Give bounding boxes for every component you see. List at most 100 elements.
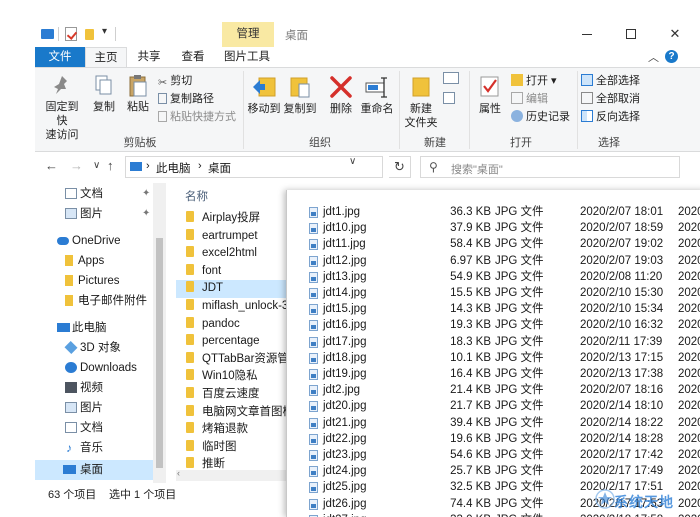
customize-quick-access-icon[interactable]: ▾: [102, 26, 107, 37]
properties-quick-icon[interactable]: [65, 27, 77, 41]
select-none-button[interactable]: 全部取消: [581, 90, 640, 108]
list-item[interactable]: 烤箱退款: [186, 421, 248, 439]
close-button[interactable]: ✕: [653, 22, 697, 47]
new-folder-icon: [412, 77, 430, 97]
file-row[interactable]: jdt14.jpg 15.5 KB JPG 文件 2020/2/10 15:30 202…: [287, 285, 700, 301]
file-row[interactable]: jdt2.jpg 21.4 KB JPG 文件 2020/2/07 18:16 2020: [287, 382, 700, 398]
list-item[interactable]: JDT: [186, 280, 223, 298]
horizontal-scrollbar[interactable]: ‹: [176, 468, 286, 481]
file-row[interactable]: jdt22.jpg 19.6 KB JPG 文件 2020/2/14 18:28 202…: [287, 431, 700, 447]
address-bar[interactable]: › 此电脑 › 桌面: [125, 156, 383, 178]
cut-button[interactable]: ✂ 剪切: [158, 72, 192, 90]
nav-item-this-pc[interactable]: 此电脑: [35, 318, 155, 338]
pin-to-quick-access-button[interactable]: 固定到快 速访问: [41, 74, 83, 142]
nav-item-documents-pc[interactable]: 文档: [35, 418, 155, 438]
nav-item-pictures[interactable]: Pictures: [35, 271, 155, 291]
back-arrow-icon[interactable]: ←: [45, 158, 58, 173]
nav-item-apps[interactable]: Apps: [35, 251, 155, 271]
maximize-button[interactable]: [609, 22, 653, 47]
copy-to-button[interactable]: 复制到: [283, 74, 317, 116]
new-item-icon[interactable]: [443, 72, 459, 84]
file-date-column-2: 2020: [678, 465, 700, 478]
nav-item-email-attachments[interactable]: 电子邮件附件: [35, 291, 155, 311]
recent-locations-chevron-icon[interactable]: ∨: [93, 160, 100, 171]
tab-picture-tools[interactable]: 图片工具: [221, 47, 273, 67]
file-type: JPG 文件: [495, 319, 544, 332]
tab-file[interactable]: 文件: [35, 47, 85, 67]
history-button[interactable]: 历史记录: [511, 108, 570, 126]
address-dropdown-icon[interactable]: ∨: [349, 156, 356, 167]
list-item[interactable]: pandoc: [186, 316, 240, 334]
file-row[interactable]: jdt18.jpg 10.1 KB JPG 文件 2020/2/13 17:15 202…: [287, 350, 700, 366]
new-folder-quick-icon[interactable]: [85, 29, 94, 40]
invert-selection-button[interactable]: 反向选择: [581, 108, 640, 126]
copy-path-button[interactable]: 复制路径: [158, 90, 214, 108]
file-row[interactable]: jdt11.jpg 58.4 KB JPG 文件 2020/2/07 19:02 202…: [287, 236, 700, 252]
search-input[interactable]: ⚲ 搜索"桌面": [420, 156, 680, 178]
list-item[interactable]: percentage: [186, 333, 260, 351]
file-row[interactable]: jdt15.jpg 14.3 KB JPG 文件 2020/2/10 15:34 202…: [287, 301, 700, 317]
list-item[interactable]: excel2html: [186, 245, 257, 263]
move-to-button[interactable]: 移动到: [247, 74, 281, 116]
list-item[interactable]: font: [186, 263, 221, 281]
paste-button[interactable]: 粘贴: [123, 74, 153, 114]
file-row[interactable]: jdt20.jpg 21.7 KB JPG 文件 2020/2/14 18:10 202…: [287, 398, 700, 414]
file-row[interactable]: jdt16.jpg 19.3 KB JPG 文件 2020/2/10 16:32 202…: [287, 317, 700, 333]
scroll-left-icon[interactable]: ‹: [177, 468, 180, 478]
list-item[interactable]: Win10隐私: [186, 368, 258, 386]
list-item[interactable]: miflash_unlock-3.: [186, 298, 291, 316]
edit-button[interactable]: 编辑: [511, 90, 548, 108]
tab-view[interactable]: 查看: [175, 47, 211, 67]
new-folder-button[interactable]: 新建 文件夹: [403, 74, 439, 130]
quick-access-separator: [58, 27, 59, 41]
nav-pane-scrollbar[interactable]: [153, 183, 166, 483]
up-arrow-icon[interactable]: ↑: [107, 158, 114, 173]
desktop-icon: [130, 162, 142, 171]
jpg-file-icon: [309, 466, 318, 478]
nav-item-music[interactable]: ♪ 音乐: [35, 438, 155, 458]
nav-item-3d-objects[interactable]: 3D 对象: [35, 338, 155, 358]
paste-shortcut-button[interactable]: 粘贴快捷方式: [158, 108, 236, 126]
nav-item-documents-quick[interactable]: 文档 ✦: [35, 184, 155, 204]
nav-item-downloads[interactable]: Downloads: [35, 358, 155, 378]
collapse-ribbon-icon[interactable]: ︿: [648, 49, 659, 65]
help-icon[interactable]: ?: [665, 50, 678, 63]
forward-arrow-icon[interactable]: →: [70, 158, 83, 173]
list-item[interactable]: 电脑网文章首图模板: [186, 404, 296, 422]
tab-share[interactable]: 共享: [131, 47, 167, 67]
file-row[interactable]: jdt21.jpg 39.4 KB JPG 文件 2020/2/14 18:22 202…: [287, 415, 700, 431]
nav-item-pictures-quick[interactable]: 图片 ✦: [35, 204, 155, 224]
delete-button[interactable]: 删除: [327, 74, 355, 116]
context-tab-manage[interactable]: 管理: [222, 22, 274, 47]
list-item[interactable]: 临时图: [186, 439, 237, 457]
file-row[interactable]: jdt12.jpg 6.97 KB JPG 文件 2020/2/07 19:03 202…: [287, 253, 700, 269]
easy-access-icon[interactable]: [443, 92, 455, 104]
nav-item-videos[interactable]: 视频: [35, 378, 155, 398]
list-item[interactable]: 百度云速度: [186, 386, 260, 404]
scrollbar-thumb[interactable]: [156, 238, 163, 468]
breadcrumb-desktop[interactable]: 桌面: [208, 160, 231, 176]
select-all-button[interactable]: 全部选择: [581, 72, 640, 90]
refresh-button[interactable]: ↻: [389, 156, 411, 178]
file-row[interactable]: jdt19.jpg 16.4 KB JPG 文件 2020/2/13 17:38 202…: [287, 366, 700, 382]
tab-home[interactable]: 主页: [85, 47, 127, 67]
list-item[interactable]: eartrumpet: [186, 228, 258, 246]
file-row[interactable]: jdt17.jpg 18.3 KB JPG 文件 2020/2/11 17:39 202…: [287, 334, 700, 350]
file-row[interactable]: jdt10.jpg 37.9 KB JPG 文件 2020/2/07 18:59 202…: [287, 220, 700, 236]
open-button[interactable]: 打开 ▾: [511, 72, 557, 90]
list-item[interactable]: Airplay投屏: [186, 210, 260, 228]
breadcrumb-this-pc[interactable]: 此电脑: [156, 160, 191, 176]
nav-item-pictures-pc[interactable]: 图片: [35, 398, 155, 418]
rename-button[interactable]: 重命名: [359, 74, 395, 116]
nav-item-onedrive[interactable]: OneDrive: [35, 231, 155, 251]
file-row[interactable]: jdt13.jpg 54.9 KB JPG 文件 2020/2/08 11:20 202…: [287, 269, 700, 285]
copy-button[interactable]: 复制: [89, 74, 119, 114]
file-row[interactable]: jdt24.jpg 25.7 KB JPG 文件 2020/2/17 17:49 202…: [287, 463, 700, 479]
file-row[interactable]: jdt1.jpg 36.3 KB JPG 文件 2020/2/07 18:01 2020: [287, 204, 700, 220]
nav-item-desktop[interactable]: 桌面: [35, 460, 153, 480]
minimize-button[interactable]: [565, 22, 609, 47]
file-name: jdt19.jpg: [323, 368, 367, 380]
properties-button[interactable]: 属性: [473, 74, 507, 116]
list-item[interactable]: QTTabBar资源管理: [186, 351, 296, 369]
file-row[interactable]: jdt23.jpg 54.6 KB JPG 文件 2020/2/17 17:42 202…: [287, 447, 700, 463]
